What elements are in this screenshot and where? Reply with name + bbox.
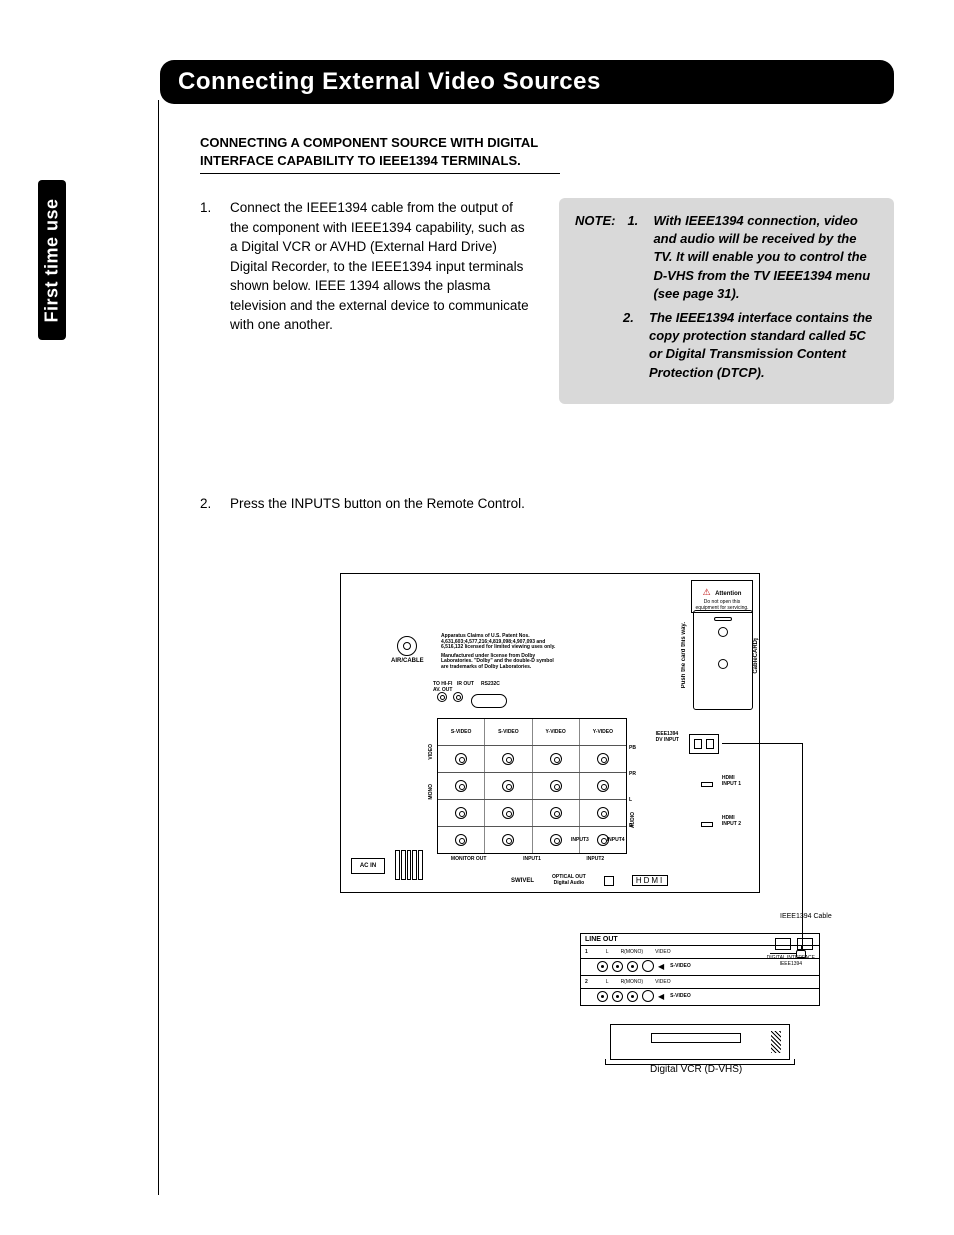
input-bottom-labels: MONITOR OUT INPUT1 INPUT2 xyxy=(437,856,627,862)
hdmi1-port xyxy=(701,782,713,787)
ieee1394-label: IEEE1394 DV INPUT xyxy=(656,732,679,743)
patent-text: Apparatus Claims of U.S. Patent Nos. 4,6… xyxy=(441,634,561,670)
step-text: Press the INPUTS button on the Remote Co… xyxy=(230,494,525,514)
pr-label: PR xyxy=(629,772,636,778)
tv-rear-panel: ⚠ Attention Do not open this equipment f… xyxy=(340,573,760,893)
input-jack-grid: S-VIDEO S-VIDEO Y-VIDEO Y-VIDEO xyxy=(437,718,627,854)
attention-text: Attention xyxy=(715,591,741,597)
cablecard-label: CableCARD™ xyxy=(753,634,759,674)
section-tab-label: First time use xyxy=(42,198,63,322)
step-2: 2. Press the INPUTS button on the Remote… xyxy=(200,494,894,514)
note-label: NOTE: xyxy=(575,212,615,303)
step-text: Connect the IEEE1394 cable from the outp… xyxy=(230,198,535,335)
left-column: 1. Connect the IEEE1394 cable from the o… xyxy=(200,198,535,355)
ieee1394-port xyxy=(689,734,719,754)
manual-page: First time use Connecting External Video… xyxy=(0,0,954,1235)
cable-seg xyxy=(802,743,803,953)
connection-diagram: ⚠ Attention Do not open this equipment f… xyxy=(340,573,900,1013)
section-tab: First time use xyxy=(38,180,66,340)
note-1: NOTE: 1. With IEEE1394 connection, video… xyxy=(575,212,878,303)
input34-labels: INPUT3 INPUT4 xyxy=(571,838,625,844)
hdmi2-port xyxy=(701,822,713,827)
cable-seg xyxy=(722,743,802,744)
ir-out-label: IR OUT xyxy=(457,682,474,688)
note-number: 2. xyxy=(623,309,641,382)
note-text: With IEEE1394 connection, video and audi… xyxy=(653,212,878,303)
mono-side-label: MONO xyxy=(429,784,435,800)
push-card-label: Push the card this way. xyxy=(681,622,687,688)
dvhs-rear-panel: LINE OUT DIGITAL INTERFACE IEEE1394 1 L … xyxy=(580,933,820,1006)
page-title: Connecting External Video Sources xyxy=(160,60,894,104)
right-column: NOTE: 1. With IEEE1394 connection, video… xyxy=(559,198,894,404)
step-1: 1. Connect the IEEE1394 cable from the o… xyxy=(200,198,535,335)
warning-icon: ⚠ xyxy=(703,587,711,597)
margin-rule xyxy=(158,100,159,1195)
note-2: 2. The IEEE1394 interface contains the c… xyxy=(575,309,878,382)
air-cable-label: AIR/CABLE xyxy=(391,658,424,664)
step-number: 1. xyxy=(200,198,218,335)
optical-out-label: OPTICAL OUT Digital Audio xyxy=(552,875,586,886)
digital-interface-ports xyxy=(775,938,813,950)
ir-out-jack xyxy=(453,692,463,702)
av-out-label: TO HI-FI AV. OUT xyxy=(433,682,452,693)
audio-label: AUDIO xyxy=(631,812,637,828)
vent xyxy=(395,850,423,880)
bottom-row: SWIVEL OPTICAL OUT Digital Audio HDMI xyxy=(511,875,668,886)
note-text: The IEEE1394 interface contains the copy… xyxy=(649,309,878,382)
hdmi-logo: HDMI xyxy=(632,875,668,886)
two-column: 1. Connect the IEEE1394 cable from the o… xyxy=(200,198,894,404)
dvhs-caption: Digital VCR (D-VHS) xyxy=(650,1064,954,1075)
swivel-label: SWIVEL xyxy=(511,878,534,884)
cablecard-slot xyxy=(693,610,753,710)
audio-l-label: L xyxy=(629,798,632,804)
attention-label: ⚠ Attention Do not open this equipment f… xyxy=(691,580,753,613)
cable-label: IEEE1394 Cable xyxy=(780,913,832,920)
hdmi2-label: HDMI INPUT 2 xyxy=(722,816,741,827)
pb-label: PB xyxy=(629,746,636,752)
note-number: 1. xyxy=(627,212,645,303)
av-out-jack xyxy=(437,692,447,702)
ac-in: AC IN xyxy=(351,858,385,874)
dvhs-unit xyxy=(610,1024,790,1060)
rs232c-label: RS232C xyxy=(481,682,500,688)
rs232c-port xyxy=(471,694,507,708)
optical-out-port xyxy=(604,876,614,886)
subheading: CONNECTING A COMPONENT SOURCE WITH DIGIT… xyxy=(200,134,560,174)
air-cable-jack: AIR/CABLE xyxy=(391,636,424,664)
note-box: NOTE: 1. With IEEE1394 connection, video… xyxy=(559,198,894,404)
step-number: 2. xyxy=(200,494,218,514)
content-area: CONNECTING A COMPONENT SOURCE WITH DIGIT… xyxy=(200,134,894,1013)
digital-interface-label: DIGITAL INTERFACE IEEE1394 xyxy=(767,956,815,967)
hdmi1-label: HDMI INPUT 1 xyxy=(722,776,741,787)
video-side-label: VIDEO xyxy=(429,744,435,760)
